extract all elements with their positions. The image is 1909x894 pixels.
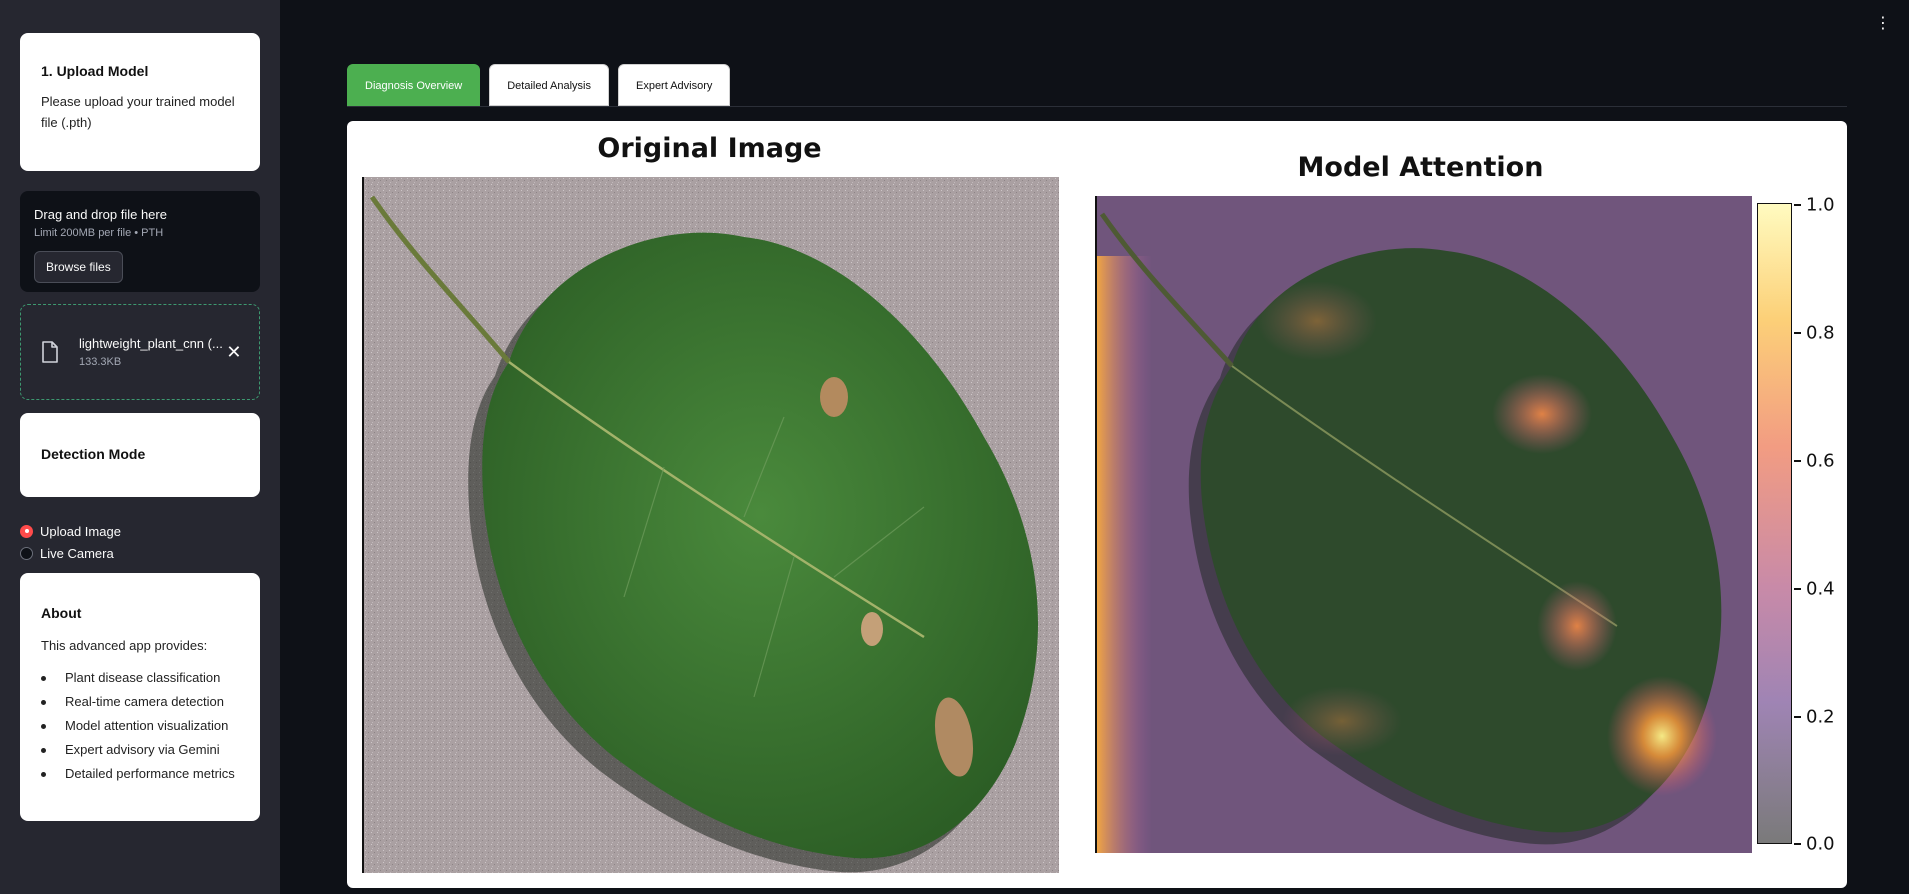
- about-title: About: [41, 605, 82, 621]
- radio-label-upload-image: Upload Image: [40, 523, 121, 539]
- list-item: Detailed performance metrics: [41, 762, 240, 786]
- colorbar-tick: [1794, 716, 1801, 718]
- about-card: About This advanced app provides: Plant …: [20, 573, 260, 821]
- colorbar-label: 0.4: [1806, 578, 1835, 600]
- dropzone-title: Drag and drop file here: [34, 207, 167, 222]
- uploaded-file-item: lightweight_plant_cnn (... 133.3KB ✕: [20, 304, 260, 400]
- colorbar-tick: [1794, 332, 1801, 334]
- colorbar-label: 0.2: [1806, 706, 1835, 728]
- detection-mode-title: Detection Mode: [41, 446, 146, 462]
- colorbar-tick: [1794, 204, 1801, 206]
- radio-unselected-icon[interactable]: [20, 546, 33, 560]
- diagnosis-figure: Original Image Model Attention 1.0 0.8 0…: [347, 121, 1847, 888]
- colorbar-label: 0.0: [1806, 833, 1835, 855]
- colorbar-tick: [1794, 843, 1801, 845]
- file-size: 133.3KB: [79, 356, 122, 368]
- tab-detailed-analysis[interactable]: Detailed Analysis: [489, 64, 609, 106]
- colorbar-tick: [1794, 460, 1801, 462]
- app-root: 1. Upload Model Please upload your train…: [0, 0, 1909, 894]
- radio-option-live-camera[interactable]: Live Camera: [20, 542, 121, 564]
- file-icon: [41, 341, 59, 363]
- radio-option-upload-image[interactable]: Upload Image: [20, 520, 121, 542]
- tab-expert-advisory[interactable]: Expert Advisory: [617, 64, 731, 106]
- tab-divider: [347, 106, 1847, 107]
- sidebar: 1. Upload Model Please upload your train…: [0, 0, 280, 894]
- dropzone-limits: Limit 200MB per file • PTH: [34, 227, 164, 239]
- attention-colorbar: [1757, 203, 1792, 844]
- model-attention-heatmap: [1095, 196, 1752, 853]
- browse-files-button[interactable]: Browse files: [34, 251, 123, 283]
- model-attention-title: Model Attention: [1297, 152, 1544, 183]
- upload-model-title: 1. Upload Model: [41, 63, 149, 79]
- close-icon[interactable]: ✕: [223, 342, 245, 363]
- upload-model-card: 1. Upload Model Please upload your train…: [20, 33, 260, 171]
- about-intro: This advanced app provides:: [41, 638, 208, 653]
- file-meta: lightweight_plant_cnn (... 133.3KB: [79, 336, 223, 368]
- about-feature-list: Plant disease classification Real-time c…: [41, 666, 240, 786]
- original-leaf-image: [362, 177, 1059, 873]
- file-name: lightweight_plant_cnn (...: [79, 336, 223, 351]
- detection-mode-radio-group: Upload Image Live Camera: [20, 520, 121, 564]
- colorbar-label: 1.0: [1806, 194, 1835, 216]
- colorbar-label: 0.6: [1806, 450, 1835, 472]
- original-image-title: Original Image: [597, 133, 822, 164]
- colorbar-tick: [1794, 588, 1801, 590]
- upload-model-description: Please upload your trained model file (.…: [41, 94, 235, 130]
- radio-label-live-camera: Live Camera: [40, 545, 114, 561]
- list-item: Plant disease classification: [41, 666, 240, 690]
- list-item: Model attention visualization: [41, 714, 240, 738]
- detection-mode-card: Detection Mode: [20, 413, 260, 497]
- tab-bar: Diagnosis Overview Detailed Analysis Exp…: [347, 64, 731, 106]
- list-item: Expert advisory via Gemini: [41, 738, 240, 762]
- tab-diagnosis-overview[interactable]: Diagnosis Overview: [347, 64, 481, 106]
- more-vertical-icon[interactable]: ⋮: [1875, 16, 1891, 32]
- radio-selected-icon[interactable]: [20, 524, 33, 538]
- file-dropzone[interactable]: Drag and drop file here Limit 200MB per …: [20, 191, 260, 292]
- colorbar-label: 0.8: [1806, 322, 1835, 344]
- list-item: Real-time camera detection: [41, 690, 240, 714]
